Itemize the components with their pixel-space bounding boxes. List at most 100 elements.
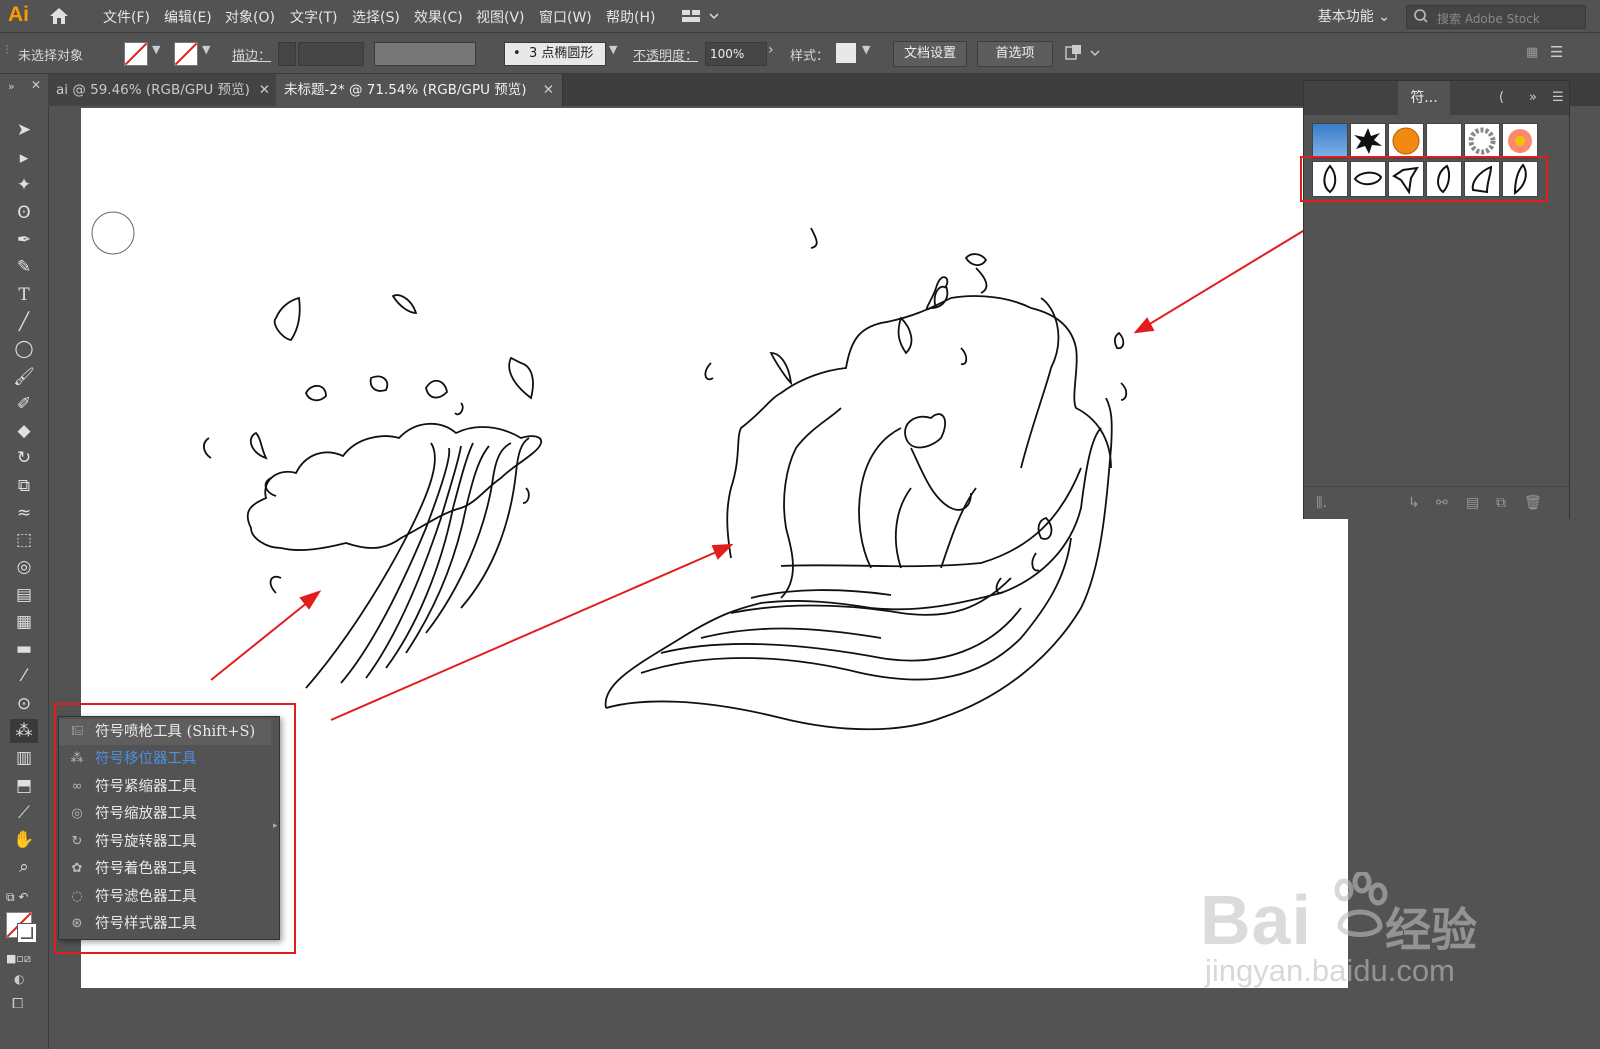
stroke-label[interactable]: 描边：: [232, 45, 271, 64]
paintbrush-tool-icon[interactable]: 🖌: [10, 365, 38, 389]
shape-builder-icon[interactable]: ◎: [10, 555, 38, 579]
app-logo: Ai: [8, 3, 29, 26]
menu-file[interactable]: 文件(F): [103, 7, 150, 27]
tab-label: 未标题-2* @ 71.54% (RGB/GPU 预览): [284, 82, 527, 98]
symbol-orange-button[interactable]: [1388, 123, 1424, 159]
close-icon[interactable]: ✕: [31, 78, 41, 92]
fill-swatch[interactable]: [124, 42, 148, 66]
break-link-icon[interactable]: ⚯: [1436, 495, 1448, 511]
stroke-color-icon[interactable]: [17, 923, 37, 943]
tab-document-2[interactable]: 未标题-2* @ 71.54% (RGB/GPU 预览) ✕: [276, 74, 563, 106]
place-symbol-icon[interactable]: ↳: [1408, 495, 1420, 511]
symbol-blue-banner[interactable]: [1312, 123, 1348, 159]
home-icon[interactable]: [48, 6, 70, 30]
curvature-tool-icon[interactable]: ✎: [10, 255, 38, 279]
symbol-sprayer-tool-icon[interactable]: ⁂: [10, 719, 38, 743]
symbol-options-icon[interactable]: ▤: [1466, 495, 1479, 511]
artboard-tool-icon[interactable]: ⬒: [10, 774, 38, 798]
annotation-box-flyout: [54, 703, 296, 954]
menu-select[interactable]: 选择(S): [352, 7, 400, 27]
magic-wand-icon[interactable]: ✦: [10, 173, 38, 197]
search-icon: [1413, 8, 1433, 28]
chevron-down-icon[interactable]: ▼: [202, 43, 210, 56]
zoom-tool-icon[interactable]: ⌕: [10, 855, 38, 879]
ellipse-tool-icon[interactable]: ◯: [10, 337, 38, 361]
new-symbol-icon[interactable]: ⧉: [1496, 495, 1506, 511]
panel-menu-icon[interactable]: ☰: [1550, 43, 1563, 61]
tab-symbols[interactable]: 符...: [1398, 81, 1450, 115]
menu-bar: Ai 文件(F) 编辑(E) 对象(O) 文字(T) 选择(S) 效果(C) 视…: [0, 0, 1600, 33]
menu-type[interactable]: 文字(T): [290, 7, 337, 27]
panel-menu-icon[interactable]: ☰: [1552, 90, 1564, 105]
eraser-tool-icon[interactable]: ◆: [10, 419, 38, 443]
workspace-switcher[interactable]: 基本功能 ⌄: [1318, 6, 1390, 26]
default-colors-icon[interactable]: ⧉ ↶: [6, 890, 28, 905]
variable-width-profile[interactable]: [374, 42, 476, 66]
tab-document-1[interactable]: ai @ 59.46% (RGB/GPU 预览) ✕: [48, 74, 279, 106]
blend-tool-icon[interactable]: ⊙: [10, 692, 38, 716]
tab-label: ai @ 59.46% (RGB/GPU 预览): [56, 82, 250, 98]
graphic-style-swatch[interactable]: [836, 43, 856, 63]
draw-mode-icon[interactable]: ◐: [14, 972, 24, 986]
chevron-right-icon[interactable]: ›: [768, 42, 774, 58]
stroke-weight-stepper[interactable]: [278, 42, 296, 66]
chevron-down-icon[interactable]: ▼: [609, 43, 617, 56]
panel-header: 符... ( » ☰: [1304, 81, 1569, 115]
document-setup-button[interactable]: 文档设置: [893, 41, 967, 67]
color-mode-icons[interactable]: ■▫⧄: [6, 952, 31, 966]
panel-grid-icon[interactable]: ▦: [1526, 45, 1538, 60]
menu-help[interactable]: 帮助(H): [606, 7, 655, 27]
symbol-grey-wreath[interactable]: [1464, 123, 1500, 159]
collapse-icon[interactable]: (: [1499, 90, 1504, 105]
watermark-brand: Bai: [1200, 881, 1312, 959]
arrange-documents-icon[interactable]: [682, 9, 722, 27]
menu-window[interactable]: 窗口(W): [539, 7, 592, 27]
menu-effect[interactable]: 效果(C): [414, 7, 463, 27]
line-tool-icon[interactable]: ╱: [10, 310, 38, 334]
slice-tool-icon[interactable]: ⟋: [10, 801, 38, 825]
pen-tool-icon[interactable]: ✒: [10, 228, 38, 252]
brush-definition[interactable]: • 3 点椭圆形: [504, 42, 606, 66]
mesh-tool-icon[interactable]: ▦: [10, 610, 38, 634]
symbol-sprayer-cursor: [91, 211, 135, 255]
stock-search-input[interactable]: 搜索 Adobe Stock: [1406, 5, 1586, 29]
watermark-url: jingyan.baidu.com: [1205, 953, 1455, 988]
column-graph-icon[interactable]: ▥: [10, 746, 38, 770]
symbol-ink-splat[interactable]: [1350, 123, 1386, 159]
scale-tool-icon[interactable]: ⧉: [10, 474, 38, 498]
perspective-grid-icon[interactable]: ▤: [10, 583, 38, 607]
menu-object[interactable]: 对象(O): [225, 7, 275, 27]
direct-selection-tool-icon[interactable]: ▸: [10, 146, 38, 170]
close-icon[interactable]: ✕: [543, 74, 554, 106]
opacity-label[interactable]: 不透明度：: [633, 45, 698, 64]
eyedropper-icon[interactable]: ⁄: [10, 664, 38, 688]
type-tool-icon[interactable]: T: [10, 283, 38, 307]
gradient-tool-icon[interactable]: ▬: [10, 637, 38, 661]
opacity-input[interactable]: 100%: [705, 42, 767, 66]
close-icon[interactable]: ✕: [259, 74, 270, 106]
blob-brush-icon[interactable]: ✐: [10, 392, 38, 416]
chevron-down-icon[interactable]: ▼: [152, 43, 160, 56]
chevron-down-icon[interactable]: ▼: [862, 43, 870, 56]
hand-tool-icon[interactable]: ✋: [10, 828, 38, 852]
annotation-box-symbols: [1300, 156, 1548, 202]
menu-edit[interactable]: 编辑(E): [164, 7, 212, 27]
arrange-icon[interactable]: [1065, 43, 1103, 67]
delete-symbol-icon[interactable]: 🗑: [1524, 495, 1542, 511]
annotation-arrows: [210, 227, 1309, 721]
stroke-weight-input[interactable]: [298, 42, 364, 66]
screen-mode-icon[interactable]: ⧠: [12, 996, 23, 1012]
menu-view[interactable]: 视图(V): [476, 7, 525, 27]
selection-tool-icon[interactable]: ➤: [10, 118, 38, 142]
lasso-tool-icon[interactable]: ʘ: [10, 201, 38, 225]
expand-panel-icon[interactable]: »: [1529, 90, 1537, 105]
symbol-flower[interactable]: [1502, 123, 1538, 159]
rotate-tool-icon[interactable]: ↻: [10, 446, 38, 470]
stroke-swatch[interactable]: [174, 42, 198, 66]
expand-icon[interactable]: »: [8, 80, 15, 93]
warp-tool-icon[interactable]: ≈: [10, 501, 38, 525]
symbol-blank[interactable]: [1426, 123, 1462, 159]
preferences-button[interactable]: 首选项: [977, 41, 1053, 67]
symbol-libraries-icon[interactable]: ⫼.: [1316, 495, 1327, 511]
free-transform-icon[interactable]: ⬚: [10, 528, 38, 552]
